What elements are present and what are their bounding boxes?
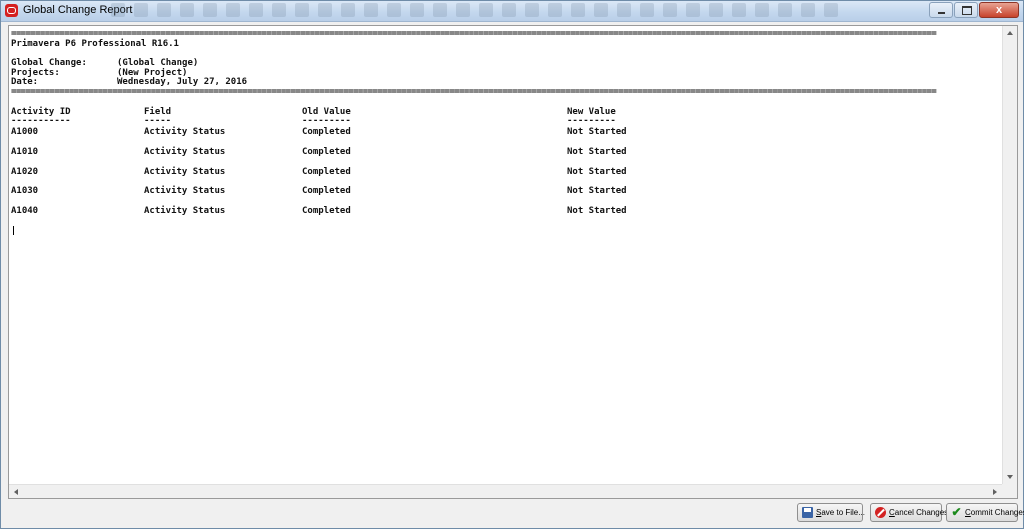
table-row: A1040 Activity Status Completed Not Star… (11, 206, 627, 216)
column-underlines: ----------- ----- --------- --------- (11, 116, 616, 126)
save-disk-icon (802, 507, 813, 518)
underline: --------- (567, 116, 616, 126)
cell-field: Activity Status (144, 167, 226, 177)
cell-old-value: Completed (302, 186, 351, 196)
checkmark-icon: ✔ (951, 505, 962, 519)
save-to-file-label: Save to File... (816, 508, 865, 517)
oracle-icon (5, 4, 18, 17)
button-bar: Save to File... Cancel Changes ✔ Commit … (1, 499, 1024, 528)
underline: ----- (144, 116, 172, 126)
rule-bottom: ========================================… (11, 87, 937, 97)
cancel-changes-button[interactable]: Cancel Changes (870, 503, 948, 522)
underline: ----------- (11, 116, 71, 126)
close-button[interactable]: x (979, 2, 1019, 18)
meta-value: Wednesday, July 27, 2016 (117, 77, 248, 87)
cell-field: Activity Status (144, 127, 226, 137)
title-bar[interactable]: Global Change Report x (1, 1, 1023, 22)
global-change-report-window: Global Change Report x =================… (0, 0, 1024, 529)
table-row: A1030 Activity Status Completed Not Star… (11, 186, 627, 196)
cell-field: Activity Status (144, 186, 226, 196)
scroll-up-arrow-icon[interactable] (1007, 31, 1013, 35)
table-row: A1020 Activity Status Completed Not Star… (11, 167, 627, 177)
cell-new-value: Not Started (567, 147, 627, 157)
cell-activity-id: A1020 (11, 167, 39, 177)
minimize-button[interactable] (929, 2, 953, 18)
meta-global-change: Global Change: (Global Change) (11, 58, 198, 68)
meta-date: Date: Wednesday, July 27, 2016 (11, 77, 247, 87)
cell-activity-id: A1030 (11, 186, 39, 196)
cell-new-value: Not Started (567, 206, 627, 216)
cell-old-value: Completed (302, 167, 351, 177)
cell-new-value: Not Started (567, 127, 627, 137)
scrollbar-corner (1002, 484, 1017, 498)
scroll-right-arrow-icon[interactable] (993, 489, 997, 495)
save-to-file-button[interactable]: Save to File... (797, 503, 865, 522)
table-row: A1000 Activity Status Completed Not Star… (11, 127, 627, 137)
background-toolbar-ghost (111, 3, 891, 19)
cell-activity-id: A1000 (11, 127, 39, 137)
cell-activity-id: A1010 (11, 147, 39, 157)
minimize-icon (938, 12, 945, 14)
text-caret (13, 226, 14, 235)
rule-top: ========================================… (11, 29, 937, 39)
scroll-left-arrow-icon[interactable] (14, 489, 18, 495)
scroll-down-arrow-icon[interactable] (1007, 475, 1013, 479)
report-viewer[interactable]: ========================================… (8, 25, 1018, 499)
maximize-button[interactable] (954, 2, 978, 18)
cell-new-value: Not Started (567, 186, 627, 196)
report-text[interactable]: ========================================… (11, 27, 1001, 485)
cell-old-value: Completed (302, 147, 351, 157)
cell-new-value: Not Started (567, 167, 627, 177)
table-row: A1010 Activity Status Completed Not Star… (11, 147, 627, 157)
product-name: Primavera P6 Professional R16.1 (11, 39, 179, 49)
meta-label: Date: (11, 77, 39, 87)
underline: --------- (302, 116, 351, 126)
close-icon: x (995, 4, 1003, 16)
meta-label: Global Change: (11, 58, 87, 68)
cancel-changes-label: Cancel Changes (889, 508, 949, 517)
vertical-scrollbar[interactable] (1002, 26, 1017, 484)
commit-changes-label: Commit Changes (965, 508, 1024, 517)
cell-old-value: Completed (302, 206, 351, 216)
cell-activity-id: A1040 (11, 206, 39, 216)
cell-old-value: Completed (302, 127, 351, 137)
cell-field: Activity Status (144, 206, 226, 216)
commit-changes-button[interactable]: ✔ Commit Changes (946, 503, 1024, 522)
cancel-icon (875, 507, 886, 518)
horizontal-scrollbar[interactable] (9, 484, 1002, 498)
cell-field: Activity Status (144, 147, 226, 157)
window-controls: x (929, 2, 1019, 18)
maximize-icon (962, 6, 972, 15)
meta-value: (Global Change) (117, 58, 199, 68)
